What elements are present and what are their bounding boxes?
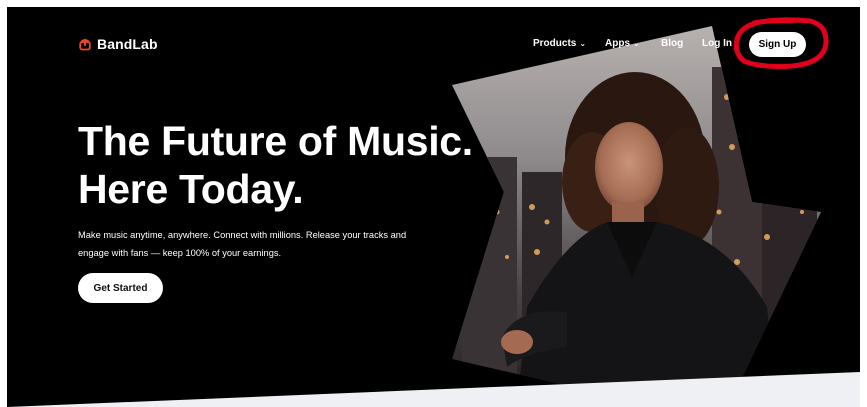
nav-apps-label: Apps [605, 38, 630, 49]
chevron-down-icon: ⌄ [633, 38, 640, 48]
nav-login-label: Log In [702, 38, 732, 49]
hero-title: The Future of Music. Here Today. [78, 117, 473, 213]
chevron-down-icon: ⌄ [579, 38, 587, 48]
hero-title-line-2: Here Today. [78, 166, 304, 212]
get-started-button[interactable]: Get Started [78, 273, 163, 303]
nav-apps[interactable]: Apps ⌄ [605, 38, 640, 49]
landing-page: BandLab Products ⌄ Apps ⌄ Blog Log In Si… [7, 7, 860, 407]
top-nav: Products ⌄ Apps ⌄ Blog Log In [7, 38, 860, 54]
nav-blog[interactable]: Blog [661, 38, 683, 49]
nav-login[interactable]: Log In [702, 38, 732, 49]
nav-products-label: Products [533, 38, 577, 49]
nav-products[interactable]: Products ⌄ [533, 38, 586, 49]
hero-description: Make music anytime, anywhere. Connect wi… [78, 230, 407, 258]
sign-up-button[interactable]: Sign Up [749, 32, 806, 57]
nav-blog-label: Blog [661, 38, 684, 49]
hero-title-line-1: The Future of Music. [78, 118, 473, 164]
